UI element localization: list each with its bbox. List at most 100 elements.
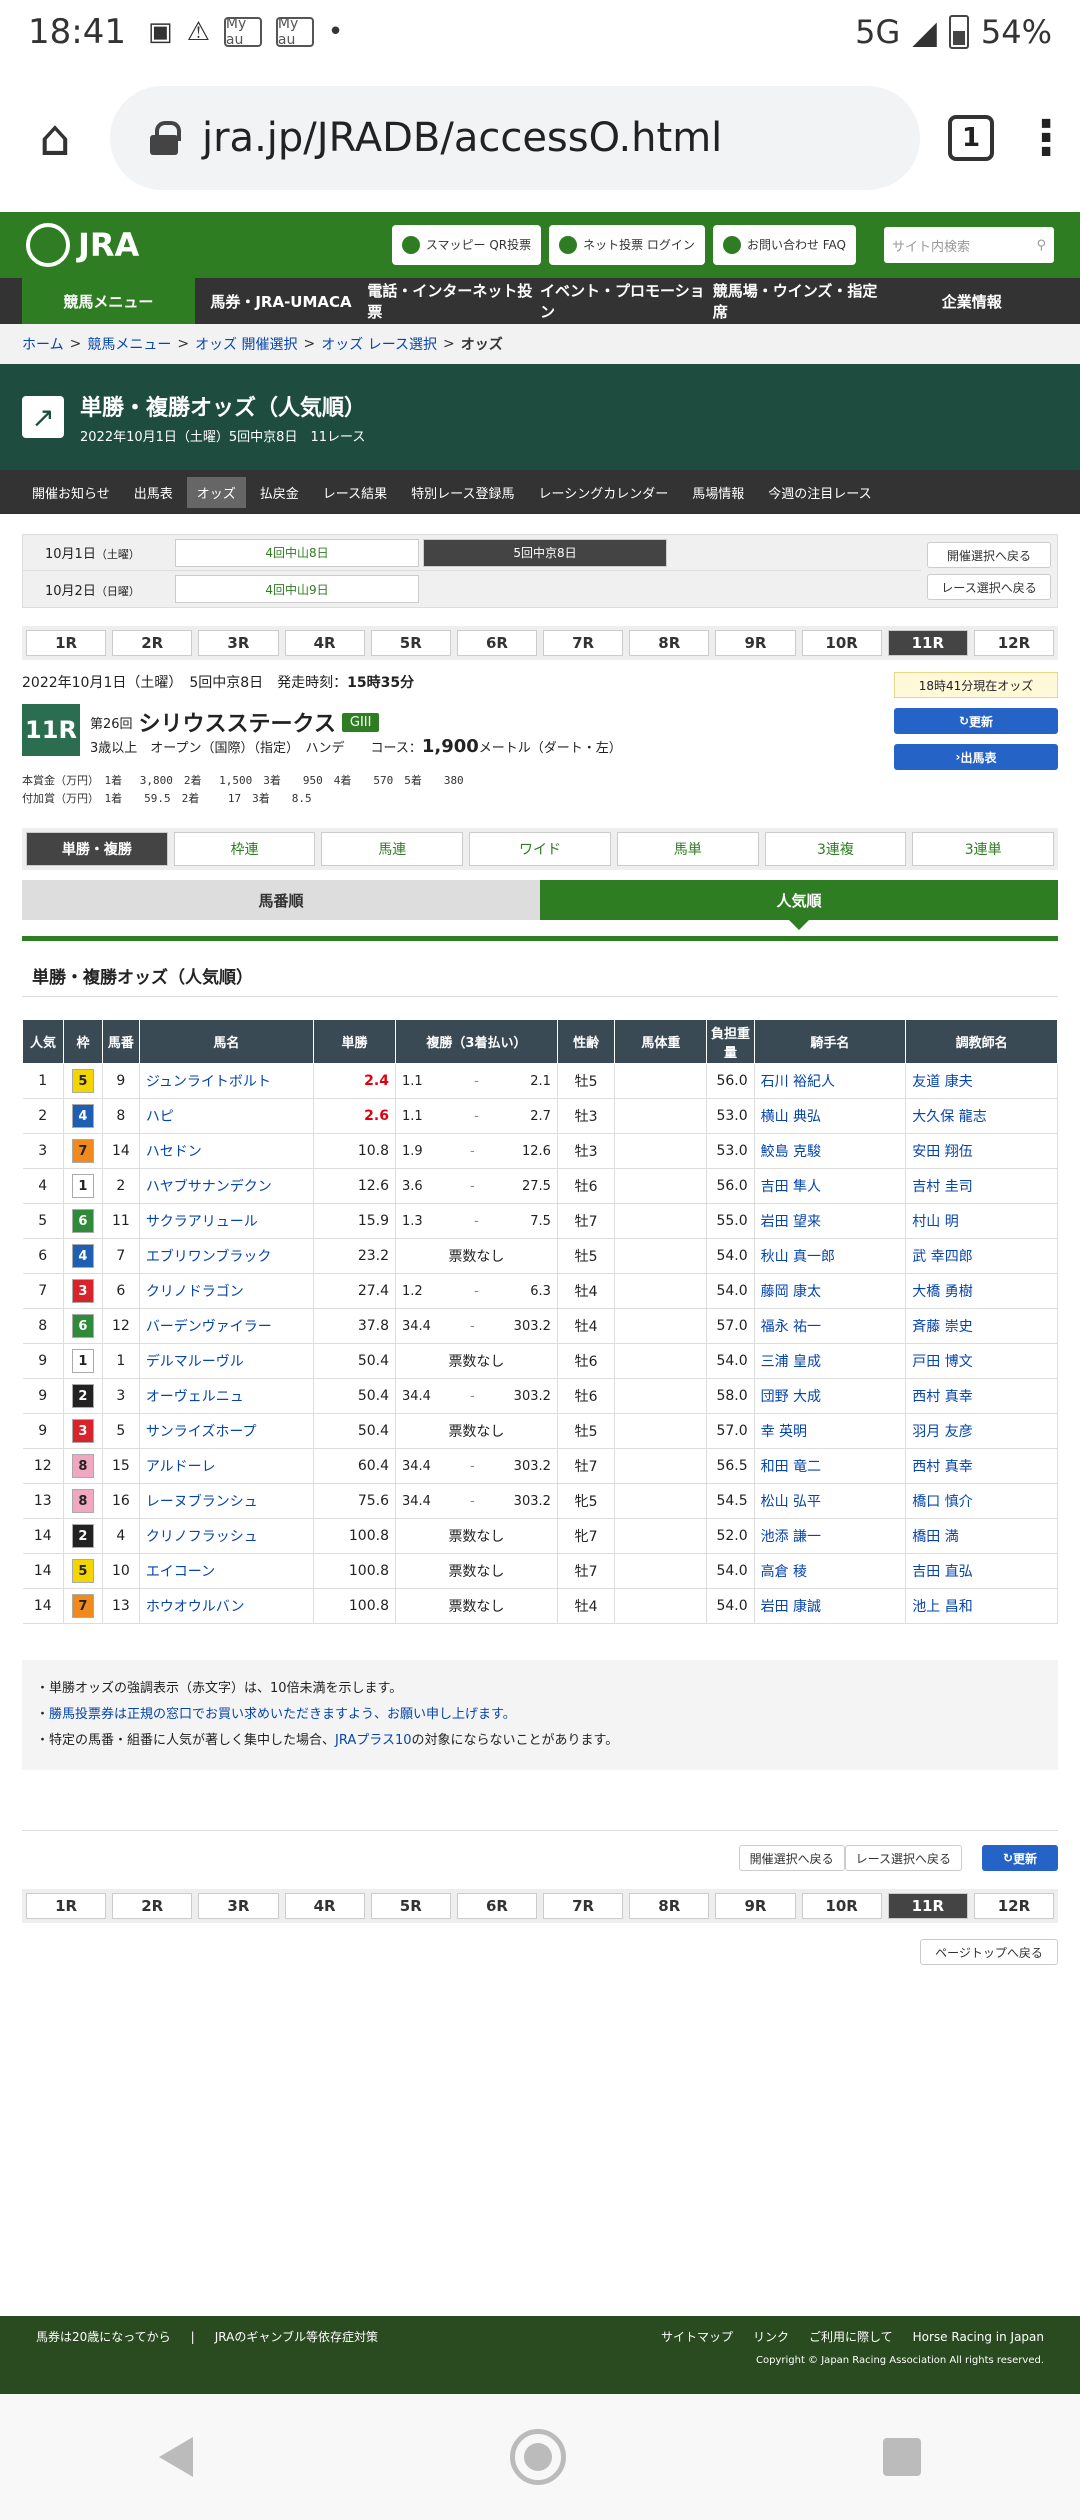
search-icon[interactable]: ⚲ — [1036, 238, 1046, 253]
jockey-link[interactable]: 岩田 望来 — [761, 1214, 821, 1230]
subnav-track[interactable]: 馬場情報 — [682, 477, 754, 508]
footer-links-link[interactable]: リンク — [753, 2328, 789, 2345]
tab-trifecta[interactable]: 3連単 — [912, 832, 1055, 866]
subnav-entries[interactable]: 特別レース登録馬 — [401, 477, 524, 508]
back-to-meeting-button-bottom[interactable]: 開催選択へ戻る — [738, 1845, 845, 1871]
horse-name-link[interactable]: ジュンライトボルト — [146, 1074, 271, 1090]
horse-name-link[interactable]: レーヌブランシュ — [146, 1494, 258, 1510]
jockey-link[interactable]: 三浦 皇成 — [761, 1354, 821, 1370]
trainer-link[interactable]: 吉田 直弘 — [912, 1564, 972, 1580]
horse-name-link[interactable]: ハセドン — [146, 1144, 202, 1160]
jockey-link[interactable]: 福永 祐一 — [761, 1319, 821, 1335]
race-button-8[interactable]: 8R — [629, 1893, 710, 1919]
subnav-payout[interactable]: 払戻金 — [250, 477, 309, 508]
subnav-odds[interactable]: オッズ — [186, 476, 246, 508]
horse-name-link[interactable]: クリノフラッシュ — [146, 1529, 258, 1545]
horse-name-link[interactable]: ハヤブサナンデクン — [146, 1179, 272, 1195]
race-button-11[interactable]: 11R — [887, 1893, 968, 1919]
race-button-2[interactable]: 2R — [112, 630, 193, 656]
trainer-link[interactable]: 斉藤 崇史 — [912, 1319, 972, 1335]
smappy-button[interactable]: スマッピー QR投票 — [391, 225, 542, 265]
horse-name-link[interactable]: アルドーレ — [146, 1459, 216, 1475]
tab-sort-popularity[interactable]: 人気順 — [540, 880, 1058, 930]
trainer-link[interactable]: 友道 康夫 — [912, 1074, 972, 1090]
footer-sitemap-link[interactable]: サイトマップ — [661, 2328, 733, 2345]
jockey-link[interactable]: 池添 謙一 — [761, 1529, 821, 1545]
horse-name-link[interactable]: クリノドラゴン — [146, 1284, 244, 1300]
horse-name-link[interactable]: サンライズホープ — [146, 1424, 257, 1440]
home-icon[interactable]: ⌂ — [28, 111, 82, 165]
jra-logo[interactable]: JRA — [26, 223, 139, 267]
subnav-notice[interactable]: 開催お知らせ — [22, 477, 120, 508]
subnav-calendar[interactable]: レーシングカレンダー — [529, 477, 679, 508]
tab-wide[interactable]: ワイド — [469, 832, 611, 866]
footer-gambling-link[interactable]: JRAのギャンブル等依存症対策 — [215, 2328, 378, 2345]
race-button-12[interactable]: 12R — [973, 630, 1055, 656]
jockey-link[interactable]: 石川 裕紀人 — [761, 1074, 835, 1090]
meeting-nakayama-9[interactable]: 4回中山9日 — [175, 575, 419, 603]
horse-name-link[interactable]: エイコーン — [146, 1564, 215, 1580]
race-button-1[interactable]: 1R — [26, 1893, 107, 1919]
trainer-link[interactable]: 村山 明 — [912, 1214, 958, 1230]
trainer-link[interactable]: 大橋 勇樹 — [912, 1284, 972, 1300]
nav-racecourse[interactable]: 競馬場・ウインズ・指定席 — [713, 278, 886, 324]
page-top-button[interactable]: ページトップへ戻る — [920, 1939, 1058, 1965]
subnav-result[interactable]: レース結果 — [313, 477, 397, 508]
footer-terms-link[interactable]: ご利用に際して — [809, 2328, 893, 2345]
trainer-link[interactable]: 大久保 龍志 — [912, 1109, 986, 1125]
tab-umaren[interactable]: 馬連 — [321, 832, 464, 866]
race-button-4[interactable]: 4R — [284, 1893, 365, 1919]
tab-sort-number[interactable]: 馬番順 — [22, 880, 540, 920]
back-to-race-button-bottom[interactable]: レース選択へ戻る — [844, 1845, 962, 1871]
trainer-link[interactable]: 池上 昌和 — [912, 1599, 972, 1615]
trainer-link[interactable]: 橋口 慎介 — [912, 1494, 972, 1510]
back-to-meeting-button[interactable]: 開催選択へ戻る — [927, 542, 1051, 568]
back-to-race-button[interactable]: レース選択へ戻る — [927, 574, 1051, 600]
race-button-11[interactable]: 11R — [887, 630, 968, 656]
tab-switcher-button[interactable]: 1 — [948, 115, 994, 161]
jockey-link[interactable]: 幸 英明 — [761, 1424, 807, 1440]
tab-trio[interactable]: 3連複 — [764, 832, 907, 866]
menu-icon[interactable]: ⋮ — [1022, 114, 1070, 162]
horse-name-link[interactable]: エブリワンブラック — [146, 1249, 272, 1265]
nav-phone-net[interactable]: 電話・インターネット投票 — [367, 278, 540, 324]
jockey-link[interactable]: 藤岡 康太 — [761, 1284, 821, 1300]
jockey-link[interactable]: 団野 大成 — [761, 1389, 821, 1405]
tab-win-place[interactable]: 単勝・複勝 — [26, 832, 168, 866]
footer-english-link[interactable]: Horse Racing in Japan — [913, 2330, 1044, 2344]
trainer-link[interactable]: 橋田 満 — [912, 1529, 958, 1545]
trainer-link[interactable]: 戸田 博文 — [912, 1354, 972, 1370]
race-button-5[interactable]: 5R — [370, 630, 451, 656]
shutuba-button[interactable]: › 出馬表 — [894, 744, 1058, 770]
race-button-5[interactable]: 5R — [370, 1893, 451, 1919]
url-bar[interactable]: jra.jp/JRADB/accessO.html — [110, 86, 920, 190]
horse-name-link[interactable]: サクラアリュール — [146, 1214, 258, 1230]
jockey-link[interactable]: 秋山 真一郎 — [761, 1249, 835, 1265]
subnav-shutuba[interactable]: 出馬表 — [124, 477, 183, 508]
race-button-3[interactable]: 3R — [198, 630, 279, 656]
back-icon[interactable] — [158, 2437, 193, 2477]
tab-wakuren[interactable]: 枠連 — [173, 832, 316, 866]
subnav-featured[interactable]: 今週の注目レース — [758, 477, 881, 508]
breadcrumb-race[interactable]: オッズ レース選択 — [321, 334, 437, 354]
race-button-10[interactable]: 10R — [801, 630, 882, 656]
jockey-link[interactable]: 和田 竜二 — [761, 1459, 821, 1475]
refresh-button[interactable]: ↻ 更新 — [894, 708, 1058, 734]
race-button-6[interactable]: 6R — [456, 1893, 538, 1919]
trainer-link[interactable]: 西村 真幸 — [912, 1459, 972, 1475]
breadcrumb-menu[interactable]: 競馬メニュー — [87, 334, 171, 354]
trainer-link[interactable]: 羽月 友彦 — [912, 1424, 972, 1440]
site-search-input[interactable]: サイト内検索 ⚲ — [884, 227, 1054, 263]
horse-name-link[interactable]: デルマルーヴル — [146, 1354, 244, 1370]
meeting-nakayama-8[interactable]: 4回中山8日 — [175, 538, 419, 567]
net-vote-login-button[interactable]: ネット投票 ログイン — [549, 225, 705, 265]
jra-plus10-link[interactable]: JRAプラス10 — [335, 1733, 412, 1748]
horse-name-link[interactable]: ホウオウルバン — [146, 1599, 245, 1615]
horse-name-link[interactable]: バーデンヴァイラー — [146, 1319, 272, 1335]
race-button-3[interactable]: 3R — [198, 1893, 279, 1919]
footer-age-link[interactable]: 馬券は20歳になってから — [36, 2328, 171, 2345]
nav-baken[interactable]: 馬券・JRA-UMACA — [195, 278, 368, 324]
trainer-link[interactable]: 西村 真幸 — [912, 1389, 972, 1405]
jockey-link[interactable]: 鮫島 克駿 — [761, 1144, 821, 1160]
refresh-button-bottom[interactable]: ↻ 更新 — [982, 1845, 1058, 1871]
